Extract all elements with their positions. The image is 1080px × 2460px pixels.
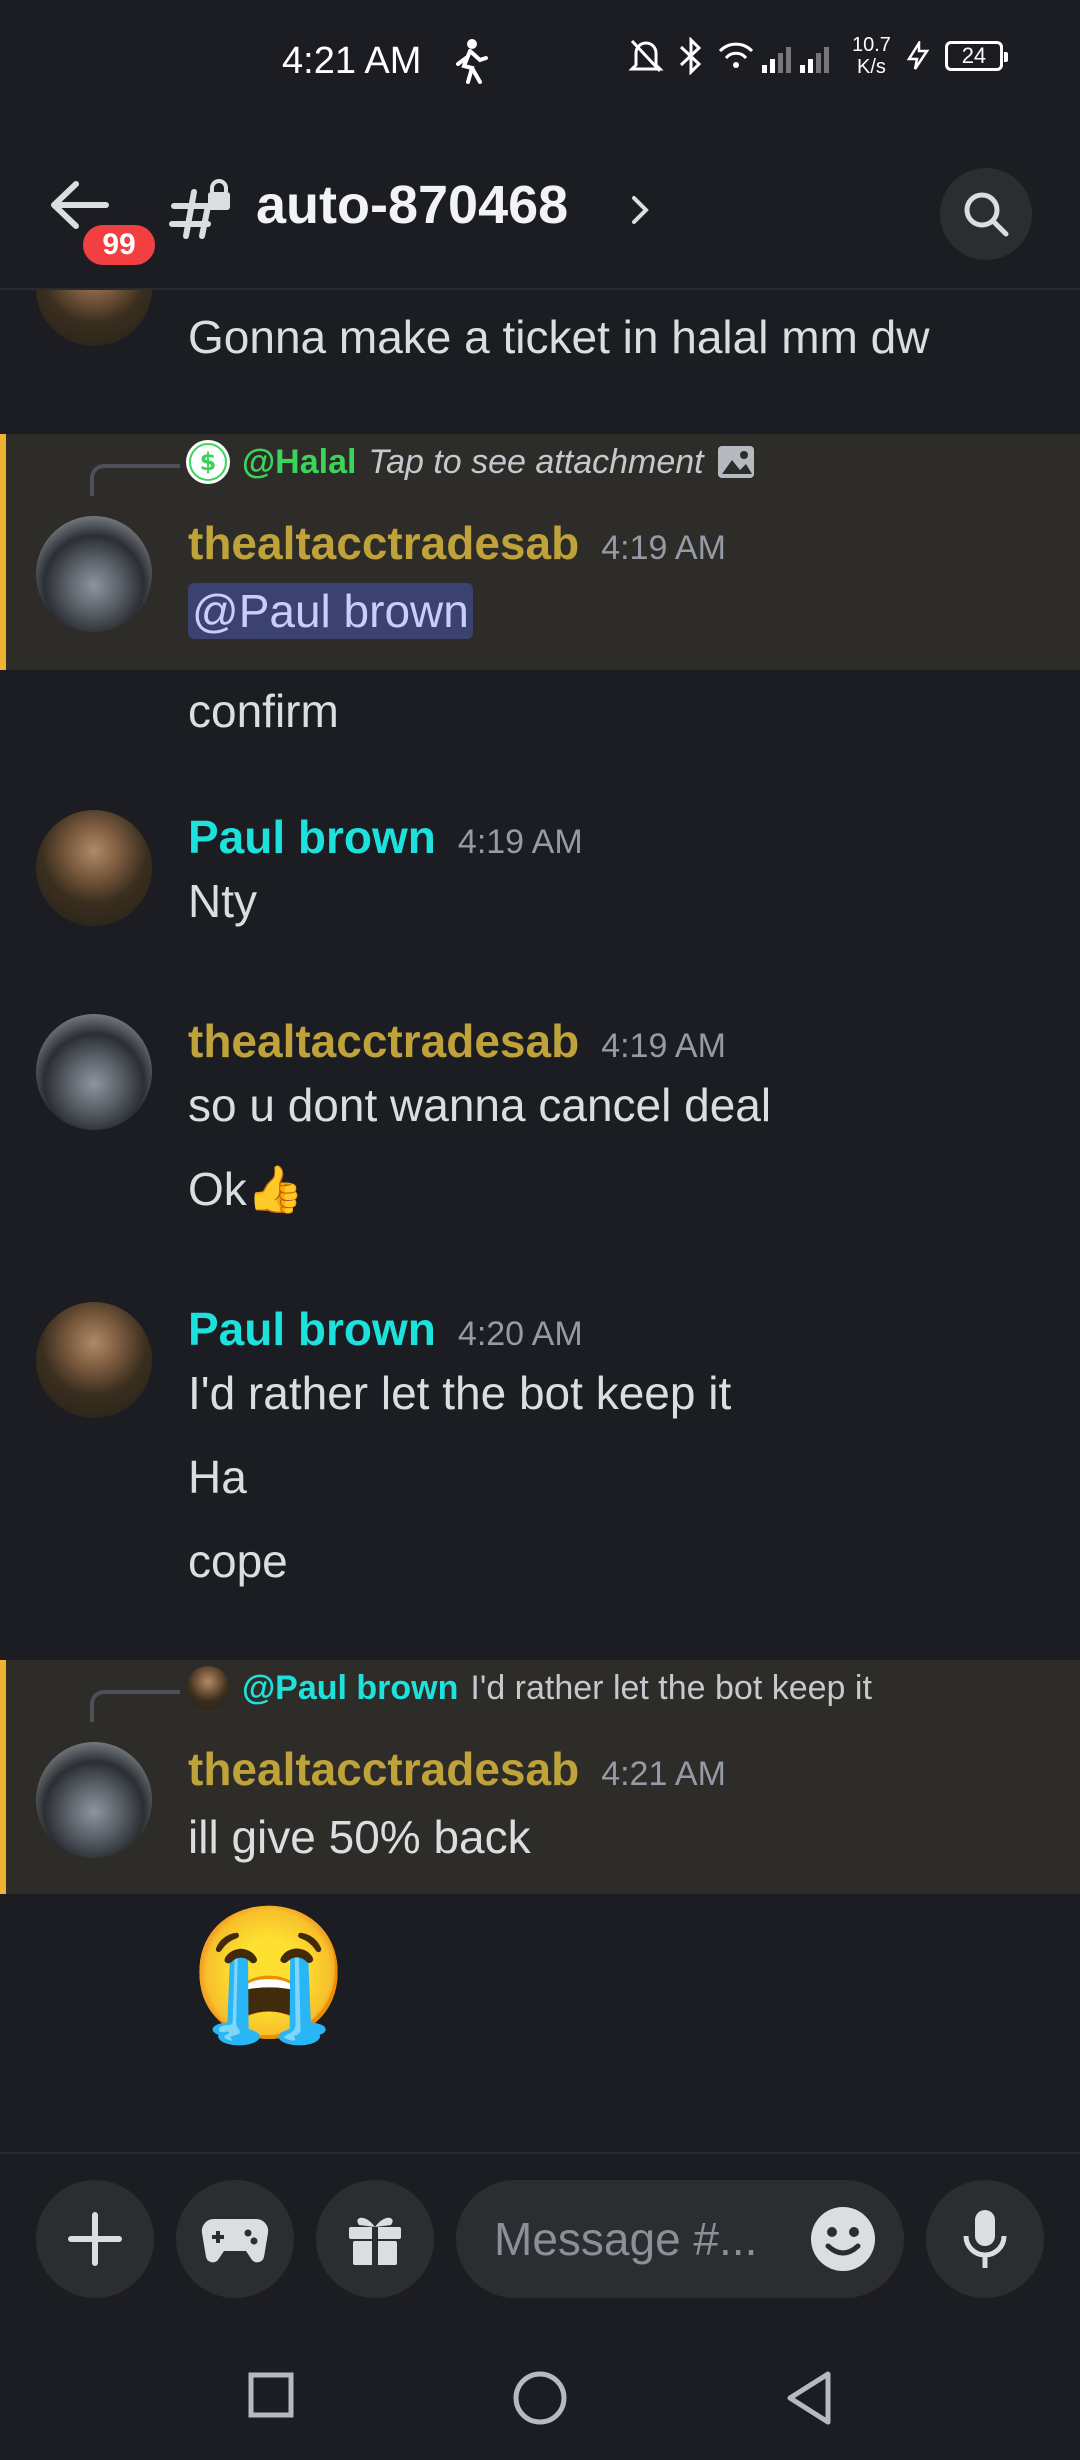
message-text: Ok👍: [188, 1163, 305, 1215]
message-text: so u dont wanna cancel deal: [188, 1079, 772, 1131]
username[interactable]: thealtacctradesab 4:21 AM: [188, 1742, 726, 1796]
message-placeholder: Message #...: [494, 2213, 758, 2265]
username[interactable]: thealtacctradesab 4:19 AM: [188, 1014, 726, 1068]
timestamp: 4:19 AM: [457, 823, 583, 861]
message-text: confirm: [188, 685, 339, 737]
emoji-button[interactable]: [808, 2204, 878, 2285]
message-text: I'd rather let the bot keep it: [188, 1367, 732, 1419]
username[interactable]: Paul brown 4:19 AM: [188, 810, 583, 864]
svg-text:$: $: [200, 448, 217, 476]
avatar[interactable]: [36, 516, 152, 632]
message-text: ill give 50% back: [188, 1811, 531, 1863]
reply-preview[interactable]: @Paul brown I'd rather let the bot keep …: [186, 1666, 872, 1710]
reply-text: I'd rather let the bot keep it: [470, 1668, 872, 1707]
gamepad-icon: [201, 2218, 269, 2263]
battery-icon: 24: [944, 41, 1008, 71]
chevron-right-icon[interactable]: [628, 192, 652, 232]
status-bar: 4:21 AM 10.7 K/s 24: [0, 0, 1080, 130]
timestamp: 4:19 AM: [601, 1027, 726, 1065]
message-item[interactable]: Paul brown 4:20 AM I'd rather let the bot…: [0, 1302, 1080, 1602]
reply-connector: [90, 1690, 180, 1722]
message-text: Gonna make a ticket in halal mm dw: [188, 311, 930, 363]
reply-mention[interactable]: @Paul brown: [242, 1669, 458, 1708]
message-text: Ha: [188, 1451, 247, 1503]
unread-badge: 99: [78, 220, 160, 270]
avatar[interactable]: [36, 1742, 152, 1858]
net-speed: 10.7 K/s: [852, 34, 891, 78]
plus-icon: [68, 2212, 122, 2266]
username[interactable]: Paul brown 4:20 AM: [188, 1302, 583, 1356]
channel-header: 99 auto-870468: [0, 150, 1080, 290]
message-input[interactable]: Message #...: [456, 2180, 904, 2298]
home-circle-icon[interactable]: [512, 2370, 568, 2426]
message-item-highlighted[interactable]: $ @Halal Tap to see attachment thealtacc…: [0, 434, 1080, 670]
message-item[interactable]: Gonna make a ticket in halal mm dw: [0, 290, 1080, 410]
image-icon: [717, 446, 754, 478]
status-icons: 10.7 K/s 24: [628, 34, 1008, 78]
reply-preview[interactable]: $ @Halal Tap to see attachment: [186, 440, 756, 484]
add-attachment-button[interactable]: [36, 2180, 154, 2298]
avatar[interactable]: [36, 810, 152, 926]
search-icon: [964, 192, 1009, 237]
reply-connector: [90, 464, 180, 496]
gift-icon: [349, 2217, 401, 2265]
timestamp: 4:20 AM: [457, 1315, 583, 1353]
system-nav-bar: [0, 2322, 1080, 2460]
charging-icon: [906, 41, 930, 70]
microphone-icon: [963, 2210, 1007, 2268]
chat-input-bar: Message #...: [0, 2152, 1080, 2322]
message-list[interactable]: Gonna make a ticket in halal mm dw $ @Ha…: [0, 290, 1080, 2155]
message-item[interactable]: thealtacctradesab 4:19 AM so u dont wanna…: [0, 1014, 1080, 1234]
mute-bell-icon: [628, 39, 664, 73]
reply-text: Tap to see attachment: [368, 442, 704, 481]
message-text: Nty: [188, 875, 257, 927]
reply-avatar: [186, 1666, 230, 1710]
user-mention[interactable]: @Paul brown: [188, 583, 473, 639]
walking-icon: [452, 38, 488, 88]
recents-square-icon[interactable]: [248, 2372, 294, 2418]
timestamp: 4:21 AM: [601, 1755, 726, 1793]
message-text: cope: [188, 1535, 288, 1587]
search-button[interactable]: [940, 168, 1032, 260]
avatar[interactable]: [36, 290, 152, 346]
message-item[interactable]: Paul brown 4:19 AM Nty: [0, 810, 1080, 950]
username[interactable]: thealtacctradesab 4:19 AM: [188, 516, 726, 570]
halal-avatar-icon: $: [186, 440, 230, 484]
smiley-icon: [811, 2207, 875, 2271]
avatar[interactable]: [36, 1014, 152, 1130]
status-time: 4:21 AM: [282, 40, 422, 82]
locked-channel-icon: [168, 178, 234, 248]
big-emoji: 😭: [188, 1900, 350, 2046]
avatar[interactable]: [36, 1302, 152, 1418]
timestamp: 4:19 AM: [601, 529, 726, 567]
back-triangle-icon[interactable]: [784, 2370, 834, 2426]
message-item-highlighted[interactable]: @Paul brown I'd rather let the bot keep …: [0, 1660, 1080, 1894]
wifi-signal-icon: [718, 42, 829, 73]
voice-message-button[interactable]: [926, 2180, 1044, 2298]
message-text: @Paul brown: [188, 583, 473, 639]
activities-button[interactable]: [176, 2180, 294, 2298]
channel-name[interactable]: auto-870468: [256, 174, 568, 236]
bluetooth-icon: [679, 37, 702, 75]
gift-button[interactable]: [316, 2180, 434, 2298]
reply-mention[interactable]: @Halal: [242, 443, 356, 482]
